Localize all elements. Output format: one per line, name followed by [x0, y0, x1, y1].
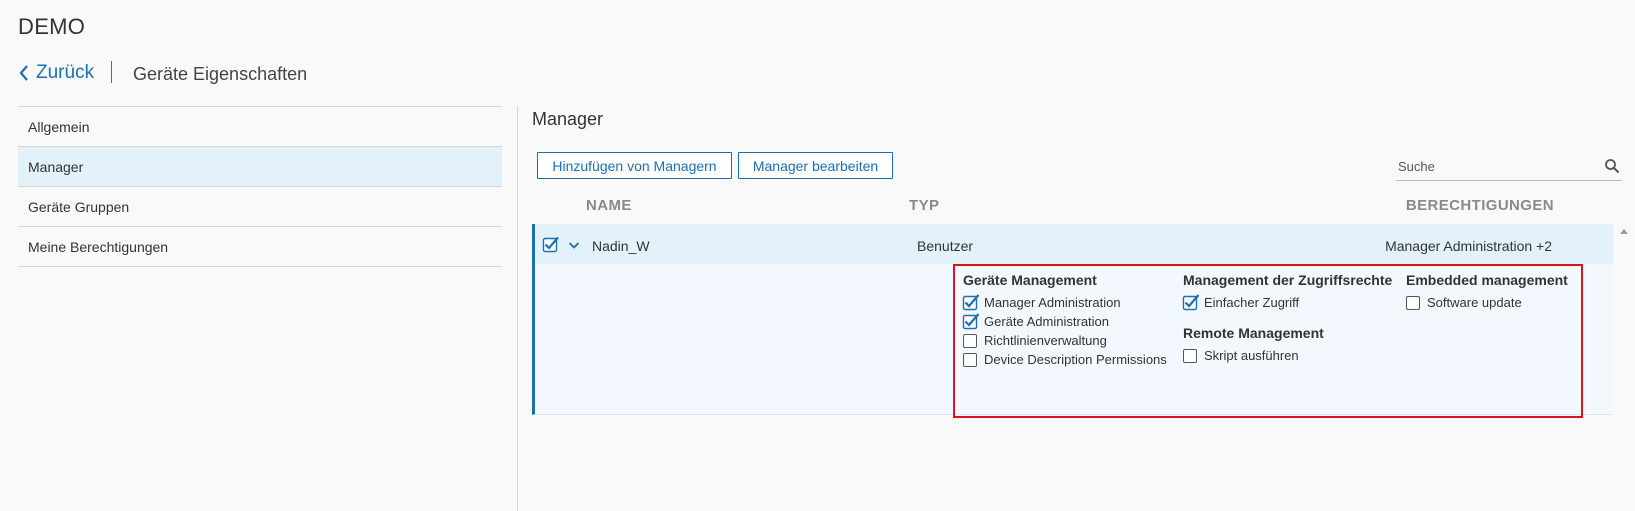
option-label: Device Description Permissions	[984, 352, 1167, 367]
group-title: Remote Management	[1183, 325, 1324, 341]
option-label: Skript ausführen	[1204, 348, 1299, 363]
page-title: Geräte Eigenschaften	[133, 64, 308, 84]
section-title: Manager	[532, 109, 604, 129]
search-box	[1396, 153, 1622, 181]
column-header-permissions[interactable]: BERECHTIGUNGEN	[1406, 197, 1554, 214]
row-checkbox[interactable]	[542, 236, 560, 253]
checkmark-icon	[962, 293, 980, 310]
option-label: Manager Administration	[984, 295, 1121, 310]
column-header-type[interactable]: TYP	[909, 197, 939, 214]
group-remote-management: Remote Management Skript ausführen	[1183, 325, 1324, 365]
edit-managers-button[interactable]: Manager bearbeiten	[738, 152, 893, 179]
checkbox-checked[interactable]	[1182, 293, 1200, 310]
option-software-update[interactable]: Software update	[1406, 293, 1568, 312]
back-link[interactable]: Zurück	[18, 62, 94, 84]
back-link-label: Zurück	[36, 62, 95, 83]
sidebar-item-meine-berechtigungen[interactable]: Meine Berechtigungen	[18, 227, 502, 267]
group-device-management: Geräte Management Manager Administration…	[962, 272, 1167, 369]
group-title: Embedded management	[1406, 272, 1568, 288]
option-manager-administration[interactable]: Manager Administration	[962, 293, 1167, 312]
checkbox-checked[interactable]	[962, 293, 980, 310]
column-header-name[interactable]: NAME	[586, 197, 632, 214]
option-label: Software update	[1427, 295, 1522, 310]
add-managers-button[interactable]: Hinzufügen von Managern	[537, 152, 732, 179]
chevron-down-icon[interactable]	[568, 241, 580, 250]
row-permissions: Manager Administration +2	[1385, 238, 1552, 254]
app-title: DEMO	[18, 14, 86, 39]
row-name: Nadin_W	[592, 238, 650, 254]
option-einfacher-zugriff[interactable]: Einfacher Zugriff	[1182, 293, 1392, 312]
group-embedded-management: Embedded management Software update	[1406, 272, 1568, 312]
checkbox-unchecked[interactable]	[963, 352, 977, 367]
checkbox-unchecked[interactable]	[1183, 348, 1197, 363]
checkmark-icon	[1182, 293, 1200, 310]
group-title: Management der Zugriffsrechte	[1183, 272, 1393, 288]
chevron-left-icon	[19, 65, 28, 81]
option-label: Einfacher Zugriff	[1204, 295, 1300, 310]
breadcrumb-separator	[111, 61, 112, 83]
option-richtlinienverwaltung[interactable]: Richtlinienverwaltung	[963, 331, 1167, 350]
panel-divider	[517, 106, 518, 511]
option-label: Geräte Administration	[984, 314, 1110, 329]
sidebar-item-manager[interactable]: Manager	[18, 147, 502, 187]
search-icon[interactable]	[1604, 158, 1620, 174]
sidebar: Allgemein Manager Geräte Gruppen Meine B…	[18, 106, 502, 267]
scroll-up-icon[interactable]	[1620, 228, 1628, 234]
group-title: Geräte Management	[963, 272, 1097, 288]
checkbox-checked[interactable]	[962, 312, 980, 329]
option-device-description-permissions[interactable]: Device Description Permissions	[963, 350, 1167, 369]
row-type: Benutzer	[917, 238, 974, 254]
option-label: Richtlinienverwaltung	[984, 333, 1107, 348]
option-geraete-administration[interactable]: Geräte Administration	[962, 312, 1167, 331]
option-skript-ausfuehren[interactable]: Skript ausführen	[1183, 346, 1324, 365]
checkbox-unchecked[interactable]	[963, 333, 977, 348]
sidebar-item-geraete-gruppen[interactable]: Geräte Gruppen	[18, 187, 502, 227]
sidebar-item-allgemein[interactable]: Allgemein	[18, 107, 502, 147]
checkbox-unchecked[interactable]	[1406, 295, 1420, 310]
checkmark-icon	[962, 312, 980, 329]
search-input[interactable]	[1396, 153, 1596, 179]
group-access-rights-management: Management der Zugriffsrechte Einfacher …	[1182, 272, 1393, 312]
